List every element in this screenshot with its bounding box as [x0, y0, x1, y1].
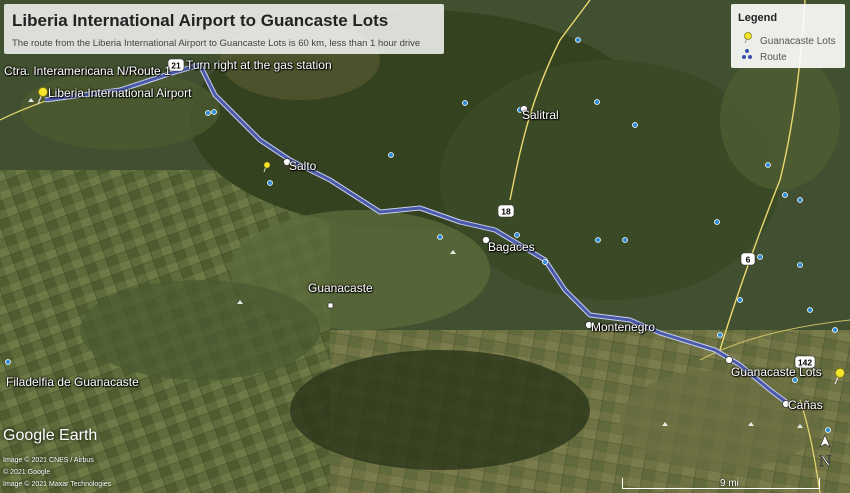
label-ctra: Ctra. Interamericana N/Route 1 — [4, 64, 171, 78]
legend-item-route[interactable]: Route — [741, 48, 787, 63]
label-airport[interactable]: Liberia International Airport — [48, 86, 191, 100]
svg-text:21: 21 — [171, 61, 181, 71]
svg-text:18: 18 — [501, 207, 511, 217]
legend-item-lots[interactable]: Guanacaste Lots — [741, 32, 836, 47]
label-turn: Turn right at the gas station — [186, 58, 332, 72]
legend-heading: Legend — [738, 12, 778, 24]
scale-bar-label: 9 mi — [720, 478, 739, 489]
route-shield-18-icon: 18 — [497, 204, 515, 218]
label-montenegro: Montenegro — [591, 320, 656, 334]
google-earth-logo: Google Earth — [3, 427, 98, 444]
route-shield-6-icon: 6 — [740, 252, 756, 266]
label-guanacaste: Guanacaste — [308, 281, 373, 295]
svg-text:N: N — [819, 453, 831, 470]
label-lots[interactable]: Guanacaste Lots — [731, 365, 822, 379]
label-bagaces: Bagaces — [488, 240, 535, 254]
label-filadelfia: Filadelfia de Guanacaste — [6, 375, 139, 389]
label-salto: Salto — [289, 159, 317, 173]
legend-panel[interactable]: Legend Guanacaste Lots Route — [731, 4, 845, 68]
credit-line-1: Image © 2021 CNES / Airbus — [3, 457, 94, 464]
route-dots-icon — [741, 48, 755, 63]
legend-label-route: Route — [760, 52, 787, 63]
yellow-pushpin-icon — [741, 32, 755, 47]
credit-line-3: Image © 2021 Maxar Technologies — [3, 481, 112, 488]
svg-text:6: 6 — [746, 255, 751, 265]
label-canas: Cañas — [788, 398, 823, 412]
map-title: Liberia International Airport to Guancas… — [12, 11, 389, 30]
title-panel: Liberia International Airport to Guancas… — [4, 4, 444, 54]
map-subtitle: The route from the Liberia International… — [12, 38, 421, 49]
north-arrow-icon[interactable]: N — [814, 433, 836, 473]
label-salitral: Salitral — [522, 108, 559, 122]
credit-line-2: © 2021 Google — [3, 469, 51, 476]
legend-label-lots: Guanacaste Lots — [760, 36, 836, 47]
